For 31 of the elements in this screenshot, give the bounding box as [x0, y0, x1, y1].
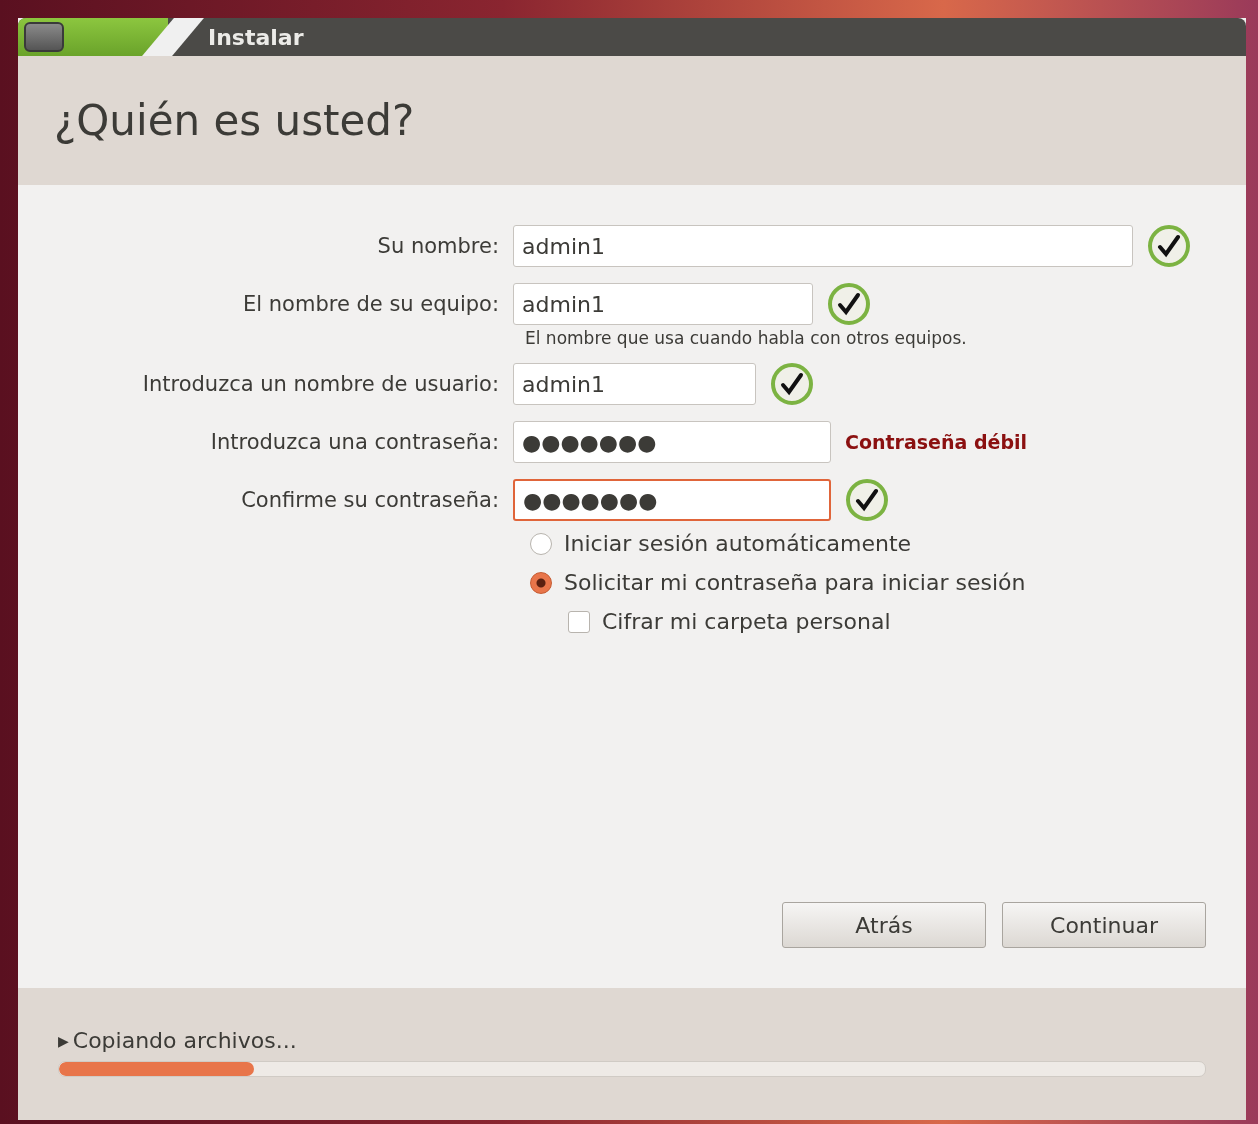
window-title: Instalar	[208, 24, 304, 50]
field-label: Introduzca una contraseña:	[209, 430, 500, 454]
radio-icon[interactable]	[530, 532, 552, 555]
checkmark-icon	[845, 478, 889, 522]
progress-label: Copiando archivos...	[72, 1028, 297, 1053]
option-label: Iniciar sesión automáticamente	[564, 531, 912, 556]
input-field[interactable]: ●●●●●●●	[513, 421, 831, 463]
field-label: Su nombre:	[376, 234, 500, 258]
field-label: Introduzca un nombre de usuario:	[141, 372, 500, 396]
password-strength: Contraseña débil	[845, 431, 1028, 453]
checkmark-icon	[1147, 224, 1191, 268]
input-field[interactable]: admin1	[513, 363, 756, 405]
back-button[interactable]: Atrás	[782, 902, 986, 948]
radio-option[interactable]: Solicitar mi contraseña para iniciar sesión	[530, 570, 1246, 595]
continue-button[interactable]: Continuar	[1002, 902, 1206, 948]
page-heading: ¿Quién es usted?	[54, 96, 415, 145]
checkmark-icon	[827, 282, 871, 326]
option-label: Solicitar mi contraseña para iniciar sesión	[564, 570, 1026, 595]
checkmark-icon	[770, 362, 814, 406]
expander-arrow[interactable]: ▶	[58, 1032, 69, 1049]
radio-option[interactable]: Iniciar sesión automáticamente	[530, 531, 1246, 556]
field-label: El nombre de su equipo:	[242, 292, 500, 316]
field-label: Confirme su contraseña:	[240, 488, 500, 512]
input-field[interactable]: admin1	[513, 225, 1133, 267]
checkbox[interactable]	[568, 610, 590, 633]
field-hint: El nombre que usa cuando habla con otros equipos.	[525, 328, 967, 348]
checkbox-label: Cifrar mi carpeta personal	[602, 609, 891, 634]
input-field[interactable]: admin1	[513, 283, 813, 325]
radio-icon[interactable]	[530, 571, 552, 594]
input-field[interactable]: ●●●●●●●	[513, 479, 831, 521]
window-button[interactable]	[24, 22, 64, 52]
